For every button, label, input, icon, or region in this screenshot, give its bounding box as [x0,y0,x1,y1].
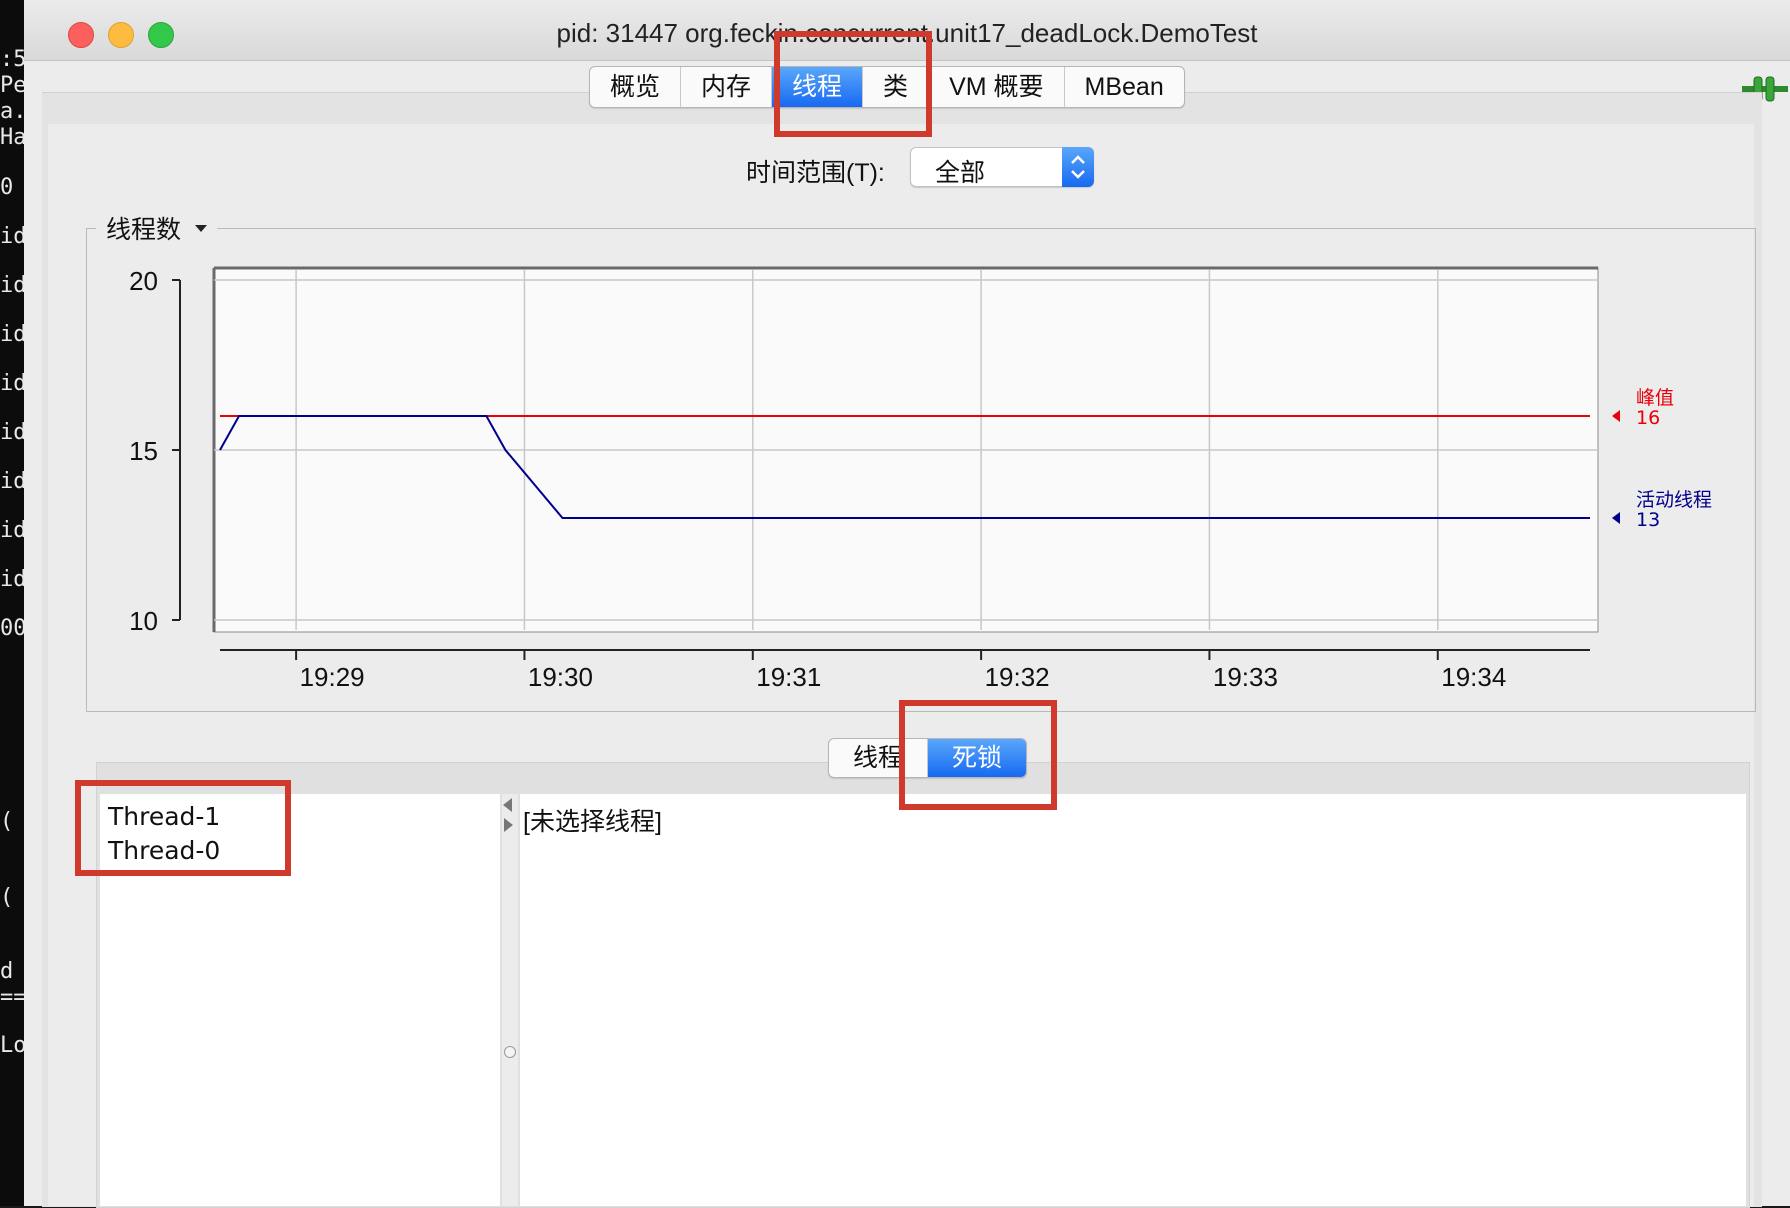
series-value-label: 13 [1636,509,1660,531]
series-value-label: 16 [1636,407,1660,429]
expand-right-arrow-icon[interactable] [504,818,513,832]
no-thread-selected-text: [未选择线程] [523,808,662,836]
select-stepper-icon [1062,147,1094,187]
time-range-value: 全部 [935,159,986,187]
time-range-select[interactable]: 全部 [910,147,1094,187]
tab-memory[interactable]: 内存 [681,67,773,107]
y-tick-label: 10 [129,606,158,636]
highlight-thread-list [75,780,291,876]
series-name-label: 活动线程 [1636,489,1712,511]
x-tick-label: 19:34 [1441,662,1506,690]
x-tick-label: 19:30 [528,662,593,690]
x-tick-label: 19:32 [985,662,1050,690]
series-marker-icon [1612,410,1620,422]
y-tick-label: 20 [129,266,158,296]
x-tick-label: 19:31 [756,662,821,690]
y-tick-label: 15 [129,436,158,466]
time-range-label: 时间范围(T): [746,159,885,187]
tab-mbean[interactable]: MBean [1065,67,1184,107]
x-tick-label: 19:33 [1213,662,1278,690]
thread-count-label: 线程数 [106,216,182,244]
tab-overview[interactable]: 概览 [590,67,682,107]
collapse-left-arrow-icon[interactable] [503,798,512,812]
divider-grip-icon [504,1046,516,1058]
thread-count-dropdown[interactable]: 线程数 [96,210,218,246]
highlight-deadlock-tab [899,700,1057,810]
highlight-threads-tab [774,31,932,137]
split-pane-divider[interactable] [502,794,518,1206]
series-name-label: 峰值 [1636,387,1674,409]
thread-count-chart: 20 15 10 19:29 19:30 19:31 19:32 19:33 19:34 峰值16… [129,266,1712,690]
chevron-down-icon [195,224,208,232]
series-marker-icon [1612,512,1620,524]
thread-detail-pane: [未选择线程] [520,794,1746,1206]
x-tick-label: 19:29 [300,662,365,690]
tab-vm-summary[interactable]: VM 概要 [929,67,1065,107]
